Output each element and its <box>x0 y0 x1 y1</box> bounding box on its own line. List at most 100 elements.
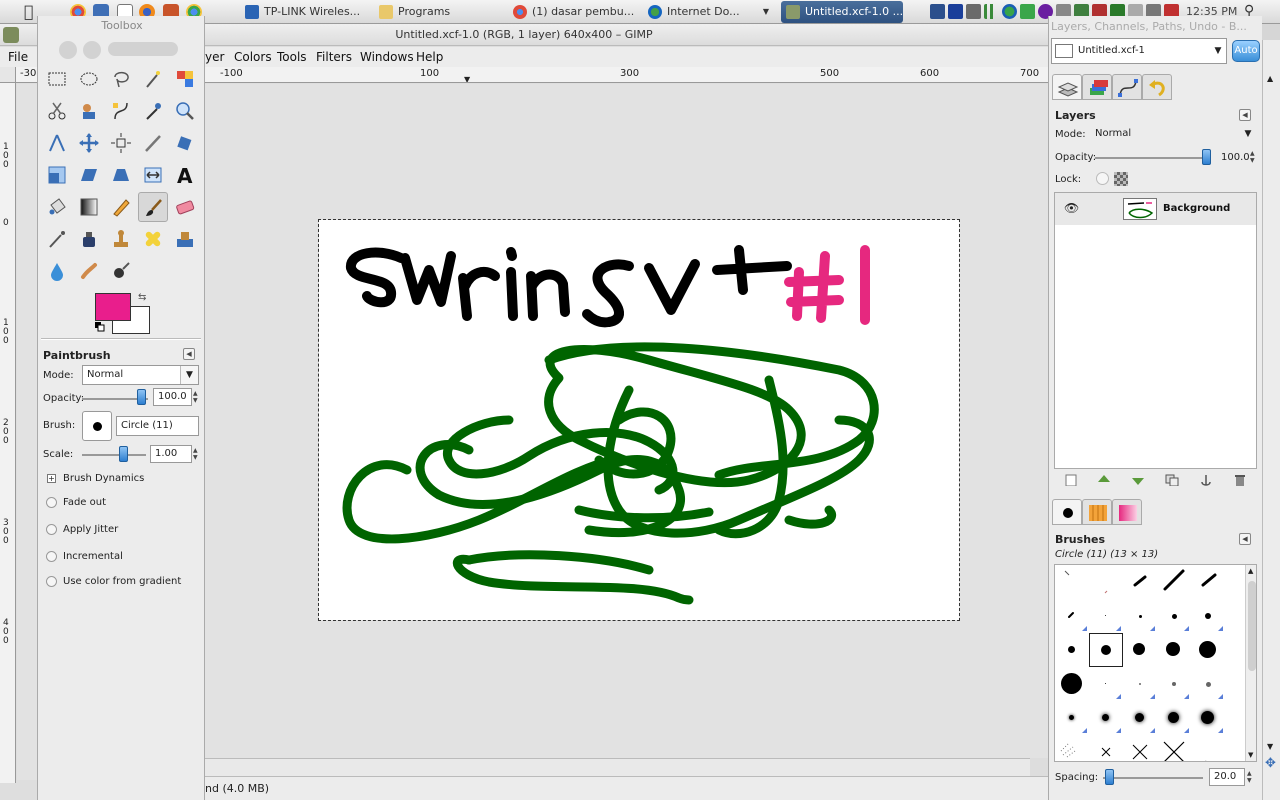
brush-item[interactable] <box>1157 565 1191 599</box>
brush-item[interactable] <box>1191 701 1225 735</box>
task-programs[interactable]: Programs <box>374 1 502 23</box>
tab-layers[interactable] <box>1052 74 1082 100</box>
brush-item[interactable] <box>1191 735 1225 761</box>
tab-brushes[interactable] <box>1052 499 1082 525</box>
pencil-tool[interactable] <box>106 192 136 222</box>
brush-item[interactable] <box>1191 667 1225 701</box>
brush-item[interactable] <box>1123 667 1157 701</box>
tab-paths[interactable] <box>1112 74 1142 100</box>
brush-item[interactable] <box>1089 667 1123 701</box>
eye-icon[interactable]: 👁 <box>1064 201 1079 215</box>
spacing-slider-track[interactable] <box>1103 777 1203 779</box>
paths-tool[interactable] <box>106 96 136 126</box>
use-gradient-checkbox[interactable] <box>46 576 57 587</box>
layer-row[interactable]: 👁 Background <box>1055 193 1256 225</box>
scroll-up-icon[interactable]: ▲ <box>1248 567 1253 575</box>
apple-menu-icon[interactable]:  <box>24 2 34 21</box>
shear-tool[interactable] <box>74 160 104 190</box>
menu-filters[interactable]: Filters <box>316 50 352 64</box>
tray-app2-icon[interactable] <box>966 4 981 19</box>
foreground-color-swatch[interactable] <box>95 293 131 321</box>
brush-item[interactable] <box>1055 701 1089 735</box>
new-layer-icon[interactable] <box>1064 474 1078 486</box>
ellipse-select-tool[interactable] <box>74 64 104 94</box>
ink-tool[interactable] <box>74 224 104 254</box>
scale-spinbox[interactable]: 1.00 <box>150 445 192 463</box>
task-gimp[interactable]: Untitled.xcf-1.0 ... <box>781 1 903 23</box>
brush-item[interactable] <box>1157 701 1191 735</box>
image-selector[interactable]: Untitled.xcf-1 ▼ <box>1051 38 1227 64</box>
auto-button[interactable]: Auto <box>1232 40 1260 62</box>
tab-undo[interactable] <box>1142 74 1172 100</box>
blend-tool[interactable] <box>74 192 104 222</box>
layers-list[interactable]: 👁 Background <box>1054 192 1257 469</box>
brush-item[interactable] <box>1157 633 1191 667</box>
rect-select-tool[interactable] <box>42 64 72 94</box>
layers-opacity-value[interactable]: 100.0 <box>1221 152 1250 163</box>
brush-item[interactable] <box>1055 565 1089 599</box>
lock-pixels-toggle[interactable] <box>1096 172 1109 185</box>
brush-item[interactable] <box>1123 633 1157 667</box>
task-tplink[interactable]: TP-LINK Wireles... <box>240 1 370 23</box>
tray-monitor-icon[interactable] <box>930 4 945 19</box>
scale-slider-track[interactable] <box>82 454 146 456</box>
clone-tool[interactable] <box>106 224 136 254</box>
delete-layer-icon[interactable] <box>1233 474 1247 486</box>
brush-item[interactable] <box>1055 667 1089 701</box>
brushes-menu-button[interactable]: ◀ <box>1239 533 1251 545</box>
menu-layer[interactable]: yer <box>205 50 224 64</box>
menu-windows[interactable]: Windows <box>360 50 414 64</box>
scale-tool[interactable] <box>42 160 72 190</box>
brush-item[interactable] <box>1089 735 1123 761</box>
spacing-spin-arrows[interactable]: ▲ ▼ <box>1247 770 1253 784</box>
scissors-select-tool[interactable] <box>42 96 72 126</box>
lower-layer-icon[interactable] <box>1131 474 1145 486</box>
brush-item[interactable] <box>1123 735 1157 761</box>
measure-tool[interactable] <box>42 128 72 158</box>
crop-tool[interactable] <box>138 128 168 158</box>
navigate-cross-icon[interactable]: ✥ <box>1265 756 1276 771</box>
brush-item[interactable] <box>1055 599 1089 633</box>
fuzzy-select-tool[interactable] <box>138 64 168 94</box>
layers-opacity-track[interactable] <box>1095 157 1205 159</box>
scroll-down-icon[interactable]: ▼ <box>1248 751 1253 759</box>
brush-item[interactable] <box>1123 565 1157 599</box>
zoom-tool[interactable] <box>170 96 200 126</box>
brush-item[interactable] <box>1157 667 1191 701</box>
raise-layer-icon[interactable] <box>1097 474 1111 486</box>
anchor-layer-icon[interactable] <box>1199 474 1213 486</box>
tray-globe-icon[interactable] <box>1002 4 1017 19</box>
scale-spin-arrows[interactable]: ▲ ▼ <box>193 447 199 461</box>
flip-tool[interactable] <box>138 160 168 190</box>
brushes-scrollbar[interactable]: ▲ ▼ <box>1245 565 1256 761</box>
layers-mode-combo[interactable]: Normal ▼ <box>1091 125 1257 145</box>
brush-item[interactable] <box>1191 565 1225 599</box>
scrollbar-thumb[interactable] <box>1248 581 1256 671</box>
apply-jitter-checkbox[interactable] <box>46 524 57 535</box>
incremental-checkbox[interactable] <box>46 551 57 562</box>
spacing-slider-knob[interactable] <box>1105 769 1114 785</box>
menu-tools[interactable]: Tools <box>277 50 307 64</box>
swap-colors-icon[interactable]: ⇆ <box>138 292 146 303</box>
dock-scrollbar[interactable]: ▲ ▼ ✥ <box>1262 40 1280 800</box>
brush-item[interactable] <box>1089 565 1123 599</box>
rotate-tool[interactable] <box>170 128 200 158</box>
move-tool[interactable] <box>74 128 104 158</box>
scroll-up-icon[interactable]: ▲ <box>1267 74 1273 83</box>
tray-signal-icon[interactable] <box>984 4 999 19</box>
opacity-spin-arrows[interactable]: ▲ ▼ <box>193 390 199 404</box>
brush-item[interactable] <box>1157 599 1191 633</box>
menu-file[interactable]: File <box>8 50 28 64</box>
foreground-select-tool[interactable] <box>74 96 104 126</box>
eraser-tool[interactable] <box>170 192 200 222</box>
layers-menu-button[interactable]: ◀ <box>1239 109 1251 121</box>
align-tool[interactable] <box>106 128 136 158</box>
default-colors-icon[interactable] <box>95 322 105 332</box>
free-select-tool[interactable] <box>106 64 136 94</box>
task-internet-download[interactable]: Internet Do... ▼ <box>643 1 773 23</box>
navigate-button[interactable] <box>1030 758 1048 776</box>
opacity-slider-knob[interactable] <box>137 389 146 405</box>
text-tool[interactable]: A <box>170 160 200 190</box>
tab-channels[interactable] <box>1082 74 1112 100</box>
perspective-tool[interactable] <box>106 160 136 190</box>
